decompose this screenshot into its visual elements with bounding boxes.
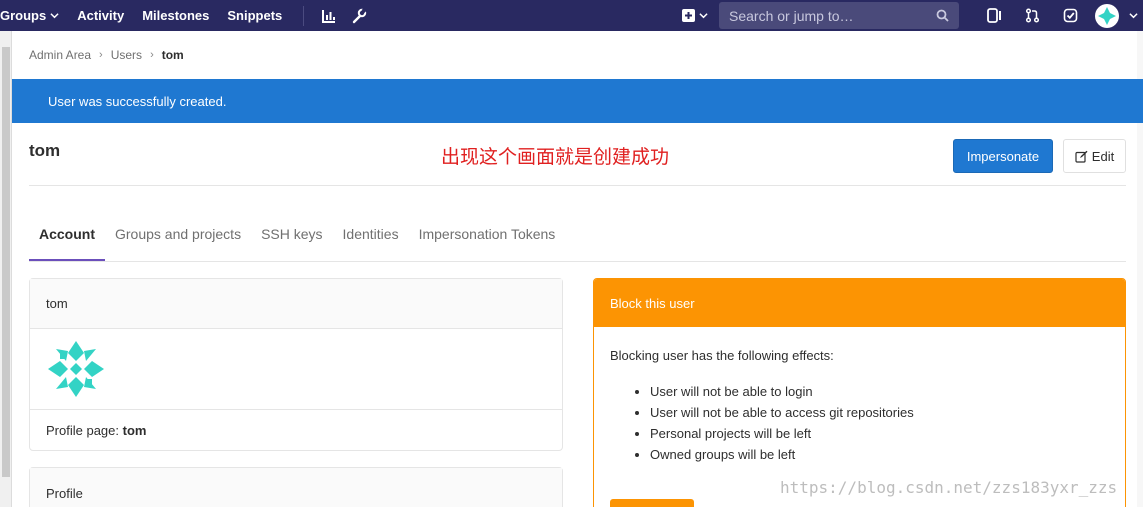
tab-identities[interactable]: Identities — [333, 216, 409, 261]
watermark-text: https://blog.csdn.net/zzs183yxr_zzs — [780, 478, 1118, 497]
block-user-card: Block this user Blocking user has the fo… — [593, 278, 1126, 507]
todos-button[interactable] — [1051, 0, 1089, 31]
impersonate-button[interactable]: Impersonate — [953, 139, 1053, 173]
identicon-icon — [46, 339, 106, 399]
nav-activity[interactable]: Activity — [68, 8, 133, 23]
identicon-icon — [1095, 4, 1118, 27]
block-user-button[interactable] — [610, 499, 694, 507]
user-tabs: Account Groups and projects SSH keys Ide… — [29, 216, 1126, 262]
wrench-icon — [353, 7, 367, 23]
chevron-down-icon — [699, 13, 708, 19]
nav-groups-label: Groups — [0, 8, 47, 23]
tab-groups-and-projects[interactable]: Groups and projects — [105, 216, 251, 261]
edit-icon — [1075, 150, 1088, 163]
breadcrumb-current[interactable]: tom — [162, 48, 184, 62]
profile-card-header: Profile — [30, 468, 562, 507]
chevron-right-icon: › — [150, 49, 154, 61]
chevron-down-icon — [1128, 13, 1138, 19]
user-avatar — [1094, 3, 1119, 28]
block-user-body: Blocking user has the following effects:… — [594, 327, 1125, 465]
profile-page-row: Profile page: tom — [30, 410, 562, 450]
red-annotation-text: 出现这个画面就是创建成功 — [441, 146, 670, 168]
divider — [29, 185, 1126, 186]
nav-analytics[interactable] — [314, 0, 344, 31]
search-input[interactable]: Search or jump to… — [719, 2, 959, 29]
user-menu-button[interactable] — [1089, 0, 1143, 31]
new-dropdown-button[interactable] — [675, 0, 715, 31]
merge-request-icon — [1025, 8, 1039, 23]
breadcrumb: Admin Area › Users › tom — [29, 48, 184, 62]
edit-label: Edit — [1091, 148, 1115, 164]
tab-ssh-keys[interactable]: SSH keys — [251, 216, 332, 261]
account-card-header: tom — [30, 279, 562, 329]
nav-snippets[interactable]: Snippets — [218, 8, 291, 23]
plus-square-icon — [682, 9, 695, 22]
issues-button[interactable] — [975, 0, 1013, 31]
todo-check-icon — [1063, 8, 1077, 23]
chevron-down-icon — [50, 13, 59, 19]
profile-card-title: Profile — [46, 485, 83, 501]
account-card: tom Profile page: tom — [29, 278, 563, 451]
profile-page-label: Profile page: — [46, 422, 119, 438]
list-item: Personal projects will be left — [650, 423, 1109, 444]
search-placeholder: Search or jump to… — [729, 7, 854, 24]
nav-groups[interactable]: Groups — [0, 8, 68, 23]
account-username: tom — [46, 296, 68, 311]
chevron-right-icon: › — [99, 49, 103, 61]
top-navbar: Groups Activity Milestones Snippets Sear… — [0, 0, 1143, 31]
edit-button[interactable]: Edit — [1063, 139, 1126, 173]
breadcrumb-users[interactable]: Users — [111, 48, 142, 62]
tab-account[interactable]: Account — [29, 216, 105, 261]
scrollbar-thumb[interactable] — [2, 47, 10, 477]
block-effects-list: User will not be able to login User will… — [610, 381, 1109, 465]
list-item: User will not be able to access git repo… — [650, 402, 1109, 423]
nav-divider — [303, 5, 305, 26]
list-item: User will not be able to login — [650, 381, 1109, 402]
list-item: Owned groups will be left — [650, 444, 1109, 465]
chart-icon — [322, 9, 336, 23]
flash-notice: User was successfully created. — [12, 79, 1143, 123]
nav-milestones[interactable]: Milestones — [133, 8, 218, 23]
page-title: tom — [29, 141, 61, 160]
nav-right-group: Search or jump to… — [675, 0, 1143, 31]
block-user-header: Block this user — [594, 279, 1125, 327]
profile-page-value[interactable]: tom — [123, 423, 147, 438]
merge-requests-button[interactable] — [1013, 0, 1051, 31]
profile-card: Profile — [29, 467, 563, 507]
issues-icon — [986, 8, 1001, 23]
search-icon — [936, 9, 949, 22]
tab-impersonation-tokens[interactable]: Impersonation Tokens — [409, 216, 566, 261]
left-scrollbar[interactable] — [0, 31, 12, 507]
avatar-row — [30, 329, 562, 410]
nav-admin-area[interactable] — [344, 0, 374, 31]
flash-message: User was successfully created. — [48, 93, 227, 109]
breadcrumb-admin-area[interactable]: Admin Area — [29, 48, 91, 62]
block-user-title: Block this user — [610, 295, 695, 311]
impersonate-label: Impersonate — [966, 148, 1040, 164]
block-intro: Blocking user has the following effects: — [610, 348, 834, 363]
